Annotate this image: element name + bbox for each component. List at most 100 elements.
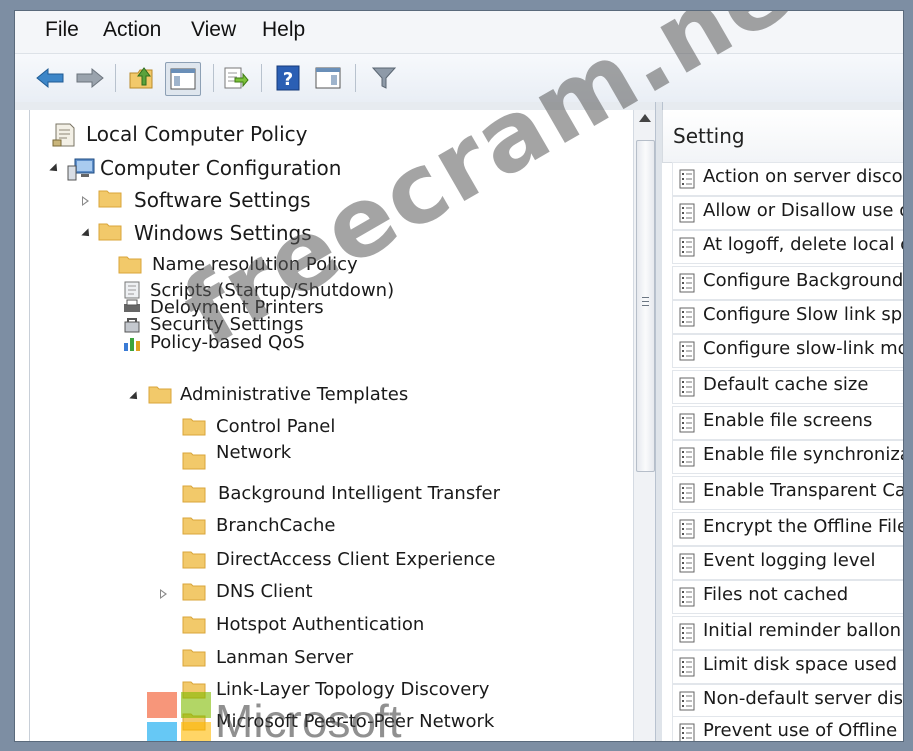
toolbar-separator — [115, 64, 116, 92]
show-hide-console-tree-icon — [170, 68, 196, 90]
expand-arrow-icon[interactable] — [129, 391, 141, 403]
console-tree: Local Computer Policy Computer Configura… — [29, 110, 656, 741]
tree-label: Software Settings — [134, 188, 311, 212]
folder-icon — [182, 616, 206, 634]
policy-setting-icon — [679, 273, 695, 293]
policy-setting-icon — [679, 237, 695, 257]
setting-row[interactable]: Enable file screens — [672, 406, 903, 440]
tree-label: Lanman Server — [216, 647, 354, 668]
setting-row[interactable]: Configure Background S — [672, 266, 903, 300]
folder-icon — [182, 583, 206, 601]
setting-name: Enable file screens — [703, 410, 873, 431]
brand-text: Microsoft — [215, 695, 402, 742]
column-header-setting[interactable]: Setting — [662, 110, 903, 163]
tree-label: Network — [216, 442, 292, 463]
policy-setting-icon — [679, 623, 695, 643]
export-list-icon — [224, 67, 249, 89]
policy-setting-icon — [679, 447, 695, 467]
menu-file[interactable]: File — [45, 18, 79, 42]
back-button[interactable] — [33, 62, 67, 94]
filter-icon — [371, 67, 397, 89]
setting-name: Allow or Disallow use of — [703, 200, 903, 221]
policy-setting-icon — [679, 307, 695, 327]
folder-icon — [182, 517, 206, 535]
menu-action[interactable]: Action — [103, 18, 161, 42]
toolbar-separator — [213, 64, 214, 92]
menu-help[interactable]: Help — [262, 18, 305, 42]
toolbar-separator — [261, 64, 262, 92]
setting-row[interactable]: Event logging level — [672, 546, 903, 580]
policy-setting-icon — [679, 723, 695, 741]
script-icon — [124, 281, 140, 299]
setting-name: Initial reminder ballon li — [703, 620, 903, 641]
tree-label: Local Computer Policy — [86, 122, 308, 146]
toolbar: ? — [15, 54, 903, 103]
folder-icon — [182, 649, 206, 667]
setting-name: Enable file synchronizat — [703, 444, 903, 465]
policy-setting-icon — [679, 657, 695, 677]
setting-row[interactable]: Initial reminder ballon li — [672, 616, 903, 650]
expand-arrow-icon[interactable] — [81, 228, 93, 240]
folder-icon — [118, 256, 142, 274]
setting-row[interactable]: Encrypt the Offline Files — [672, 512, 903, 546]
tree-scrollbar[interactable] — [633, 110, 656, 741]
policy-setting-icon — [679, 553, 695, 573]
up-folder-icon — [129, 67, 153, 89]
setting-row[interactable]: Action on server disconn — [672, 162, 903, 196]
show-hide-tree-button[interactable] — [165, 62, 201, 96]
policy-setting-icon — [679, 169, 695, 189]
setting-row[interactable]: Enable Transparent Cac — [672, 476, 903, 510]
tree-label: Control Panel — [216, 416, 336, 437]
tree-label: Hotspot Authentication — [216, 614, 425, 635]
policy-setting-icon — [679, 413, 695, 433]
setting-row[interactable]: Limit disk space used b — [672, 650, 903, 684]
folder-icon — [148, 386, 172, 404]
setting-name: Configure slow-link mod — [703, 338, 903, 359]
show-hide-action-pane-icon — [315, 67, 341, 89]
tree-label: Computer Configuration — [100, 156, 342, 180]
policy-document-icon — [52, 123, 75, 147]
scroll-thumb[interactable] — [636, 140, 655, 472]
setting-row[interactable]: Configure slow-link mod — [672, 334, 903, 368]
grip-line — [642, 305, 649, 306]
printer-icon — [124, 299, 140, 312]
setting-row[interactable]: Enable file synchronizat — [672, 440, 903, 474]
filter-button[interactable] — [367, 62, 401, 94]
toolbar-separator — [355, 64, 356, 92]
tree-label: DNS Client — [216, 581, 313, 602]
settings-list: Setting Action on server disconn Allow or… — [662, 110, 903, 741]
setting-row[interactable]: Files not cached — [672, 580, 903, 614]
setting-row[interactable]: Default cache size — [672, 370, 903, 404]
up-one-level-button[interactable] — [125, 62, 159, 94]
setting-row[interactable]: Non-default server disc — [672, 684, 903, 718]
expand-arrow-icon[interactable] — [49, 163, 61, 175]
help-button[interactable]: ? — [271, 62, 305, 94]
forward-button[interactable] — [73, 62, 107, 94]
scroll-up-arrow-icon[interactable] — [639, 114, 651, 122]
setting-name: Non-default server disc — [703, 688, 903, 709]
policy-setting-icon — [679, 203, 695, 223]
setting-name: Default cache size — [703, 374, 869, 395]
setting-row[interactable]: Allow or Disallow use of — [672, 196, 903, 230]
policy-setting-icon — [679, 691, 695, 711]
show-hide-action-pane-button[interactable] — [311, 62, 345, 94]
forward-arrow-icon — [76, 67, 104, 89]
folder-icon — [182, 485, 206, 503]
setting-name: Configure Background S — [703, 270, 903, 291]
column-header-label: Setting — [673, 124, 745, 148]
menu-view[interactable]: View — [191, 18, 236, 42]
collapsed-arrow-icon[interactable] — [82, 196, 89, 206]
setting-row[interactable]: Configure Slow link spee — [672, 300, 903, 334]
setting-name: Prevent use of Offline F — [703, 720, 903, 741]
tree-label: Windows Settings — [134, 221, 312, 245]
setting-row[interactable]: At logoff, delete local co — [672, 230, 903, 264]
export-list-button[interactable] — [219, 62, 253, 94]
folder-icon — [182, 418, 206, 436]
setting-row[interactable]: Prevent use of Offline F — [672, 716, 903, 741]
policy-setting-icon — [679, 519, 695, 539]
folder-icon — [98, 190, 122, 208]
collapsed-arrow-icon[interactable] — [160, 589, 167, 599]
policy-setting-icon — [679, 483, 695, 503]
folder-icon — [182, 551, 206, 569]
tree-label: Name resolution Policy — [152, 254, 358, 275]
